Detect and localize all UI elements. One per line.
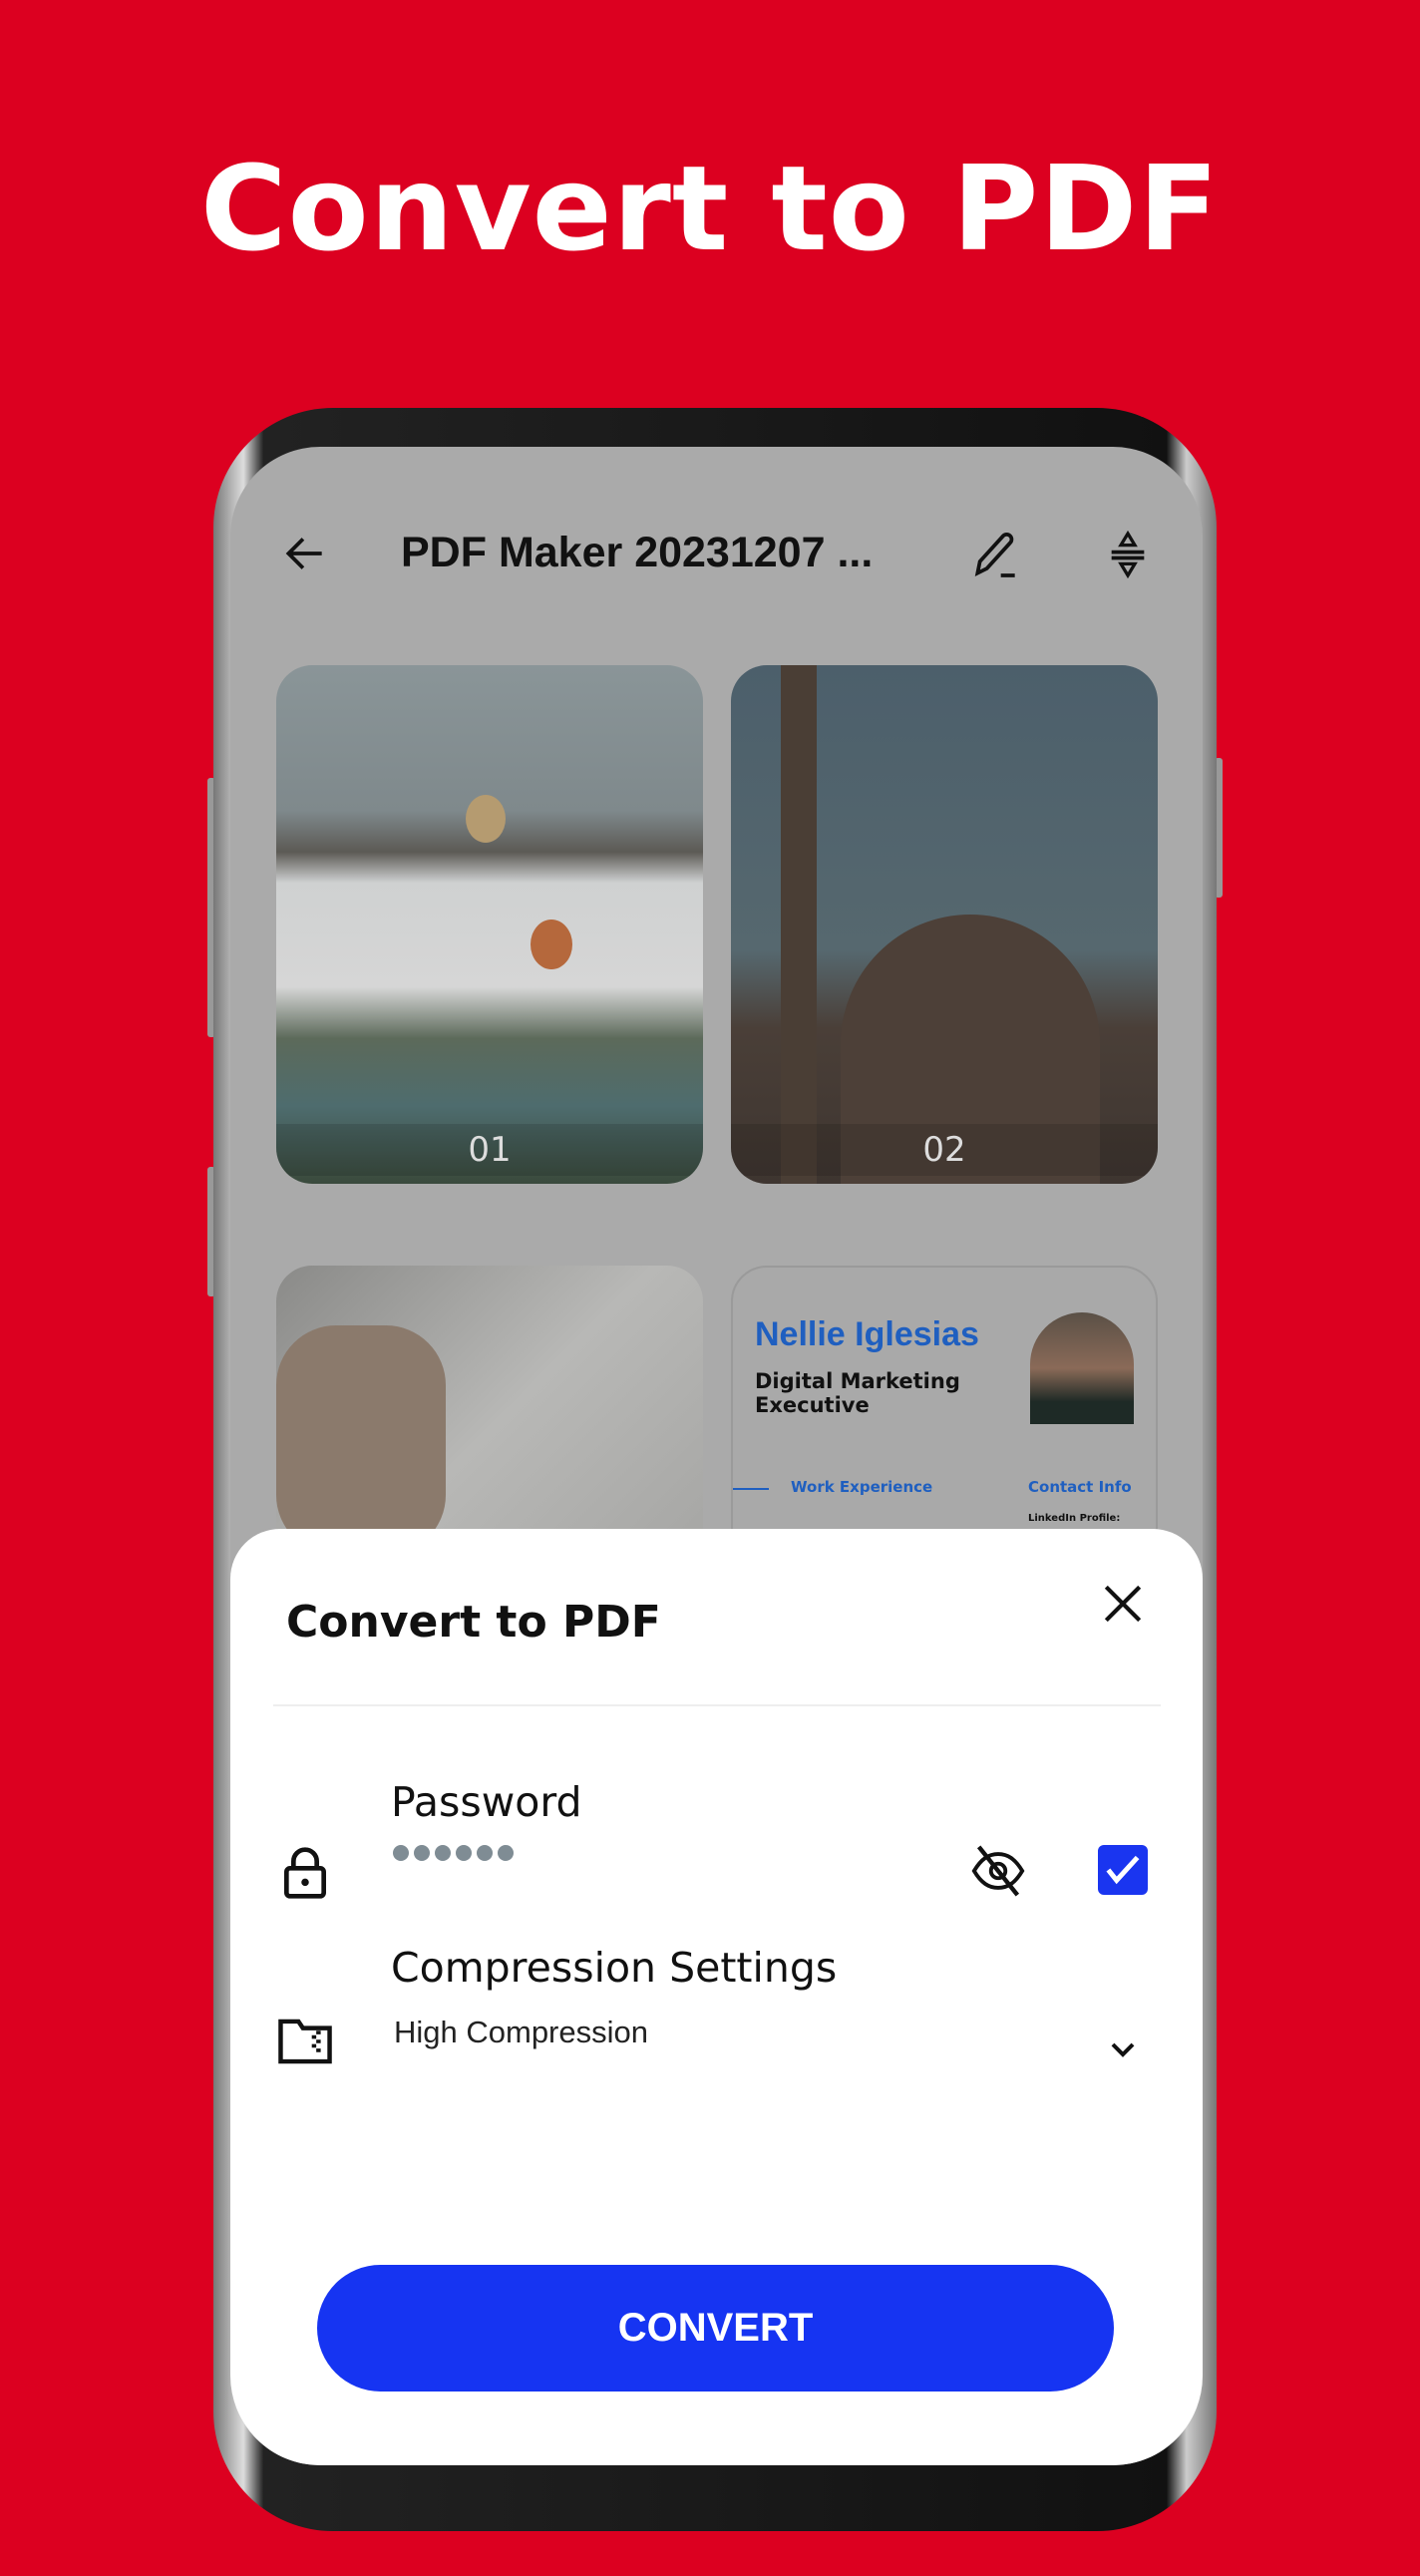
lock-icon [284,1847,326,1899]
close-icon[interactable] [1098,1579,1148,1629]
document-title: PDF Maker 20231207 ... [401,529,874,576]
page-thumbnail[interactable]: 01 [276,665,703,1184]
hero-title: Convert to PDF [200,140,1220,277]
page-thumbnail[interactable]: 02 [731,665,1158,1184]
sort-icon[interactable] [1100,527,1156,582]
divider [273,1704,1161,1706]
compression-label: Compression Settings [391,1944,838,1992]
hand-image [276,1325,446,1555]
balloon-image [531,920,572,969]
top-bar: PDF Maker 20231207 ... [230,519,1203,588]
zip-folder-icon [278,2019,332,2064]
phone-screen: PDF Maker 20231207 ... 01 02 Nellie Igle… [230,447,1203,2465]
convert-button[interactable]: CONVERT [317,2265,1114,2392]
chevron-down-icon[interactable] [1103,2029,1143,2069]
password-label: Password [391,1778,582,1826]
resume-section: Work Experience [791,1478,933,1496]
compression-value[interactable]: High Compression [394,2015,648,2050]
minaret-image [781,665,817,1184]
password-field[interactable] [393,1845,519,1865]
password-checkbox[interactable] [1098,1845,1148,1895]
resume-name: Nellie Iglesias [755,1315,979,1353]
balloon-image [466,795,506,843]
resume-role-line: Digital Marketing [755,1369,960,1393]
pencil-icon[interactable] [968,527,1024,582]
eye-off-icon[interactable] [969,1842,1027,1900]
resume-contact: LinkedIn Profile: [1028,1513,1121,1524]
page-number: 01 [276,1124,703,1176]
resume-photo [1030,1312,1134,1424]
resume-role-line: Executive [755,1393,870,1417]
checkmark-icon [1106,1855,1140,1885]
arrow-left-icon[interactable] [280,529,330,578]
resume-line [733,1488,769,1490]
resume-role: Digital Marketing Executive [755,1369,960,1417]
sheet-title: Convert to PDF [286,1597,661,1648]
convert-bottom-sheet: Convert to PDF Password Compression Sett… [230,1529,1203,2465]
resume-section: Contact Info [1028,1478,1132,1496]
page-number: 02 [731,1124,1158,1176]
